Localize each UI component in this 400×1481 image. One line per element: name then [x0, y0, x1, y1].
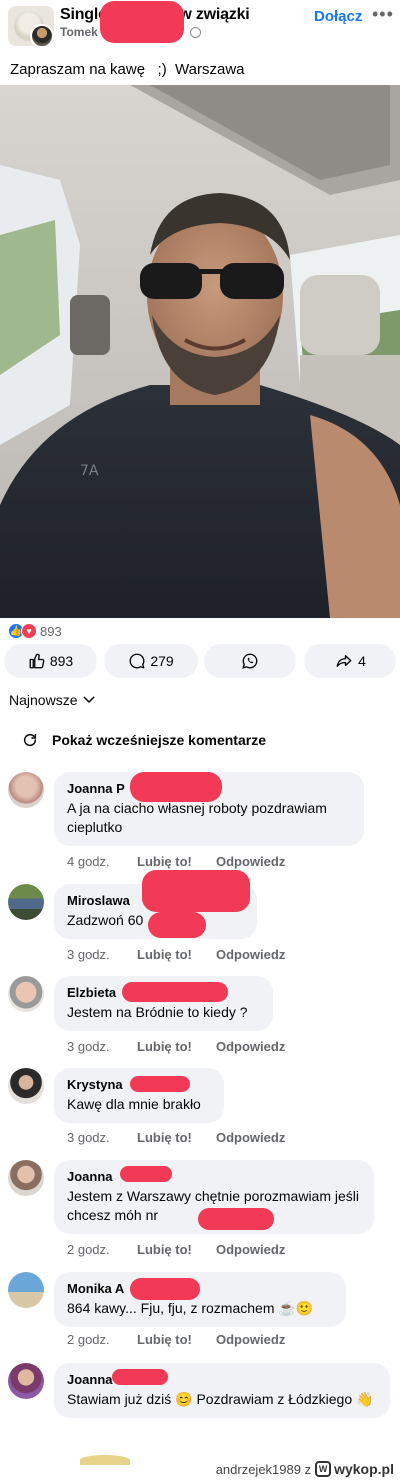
- redaction: [198, 1208, 274, 1230]
- comment-time: 3 godz.: [67, 947, 110, 962]
- join-button[interactable]: Dołącz: [314, 8, 362, 25]
- reactions-summary[interactable]: 👍 ♥ 893: [8, 622, 62, 640]
- more-options-button[interactable]: •••: [372, 4, 394, 25]
- comment-time: 3 godz.: [67, 1039, 110, 1054]
- previous-comments-label: Pokaż wcześniejsze komentarze: [52, 732, 266, 748]
- comment-meta: 3 godz. Lubię to! Odpowiedz: [67, 947, 285, 962]
- refresh-icon: [23, 733, 37, 747]
- redaction: [112, 1369, 168, 1385]
- redaction: [130, 772, 222, 802]
- comment-time: 2 godz.: [67, 1332, 110, 1347]
- comment-reply-button[interactable]: Odpowiedz: [216, 1130, 285, 1145]
- post-text: Zapraszam na kawę ;) Warszawa: [10, 61, 245, 78]
- comment-meta: 2 godz. Lubię to! Odpowiedz: [67, 1242, 285, 1257]
- svg-text:7A: 7A: [80, 463, 99, 479]
- comment-author[interactable]: Monika A: [67, 1280, 334, 1297]
- watermark: andrzejek1989 z Wwykop.pl: [216, 1461, 394, 1477]
- comment-text: A ja na ciacho własnej roboty pozdrawiam…: [67, 800, 327, 835]
- redaction: [148, 912, 206, 938]
- show-previous-comments[interactable]: Pokaż wcześniejsze komentarze: [22, 732, 266, 748]
- avatar[interactable]: [8, 772, 44, 808]
- comment-bubble-icon: [129, 653, 145, 669]
- comment-like-button[interactable]: Lubię to!: [137, 1242, 216, 1257]
- comment-meta: 3 godz. Lubię to! Odpowiedz: [67, 1130, 285, 1145]
- love-reaction-icon: ♥: [21, 623, 37, 639]
- avatar[interactable]: [8, 884, 44, 920]
- share-arrow-icon: [336, 655, 352, 667]
- comment-reply-button[interactable]: Odpowiedz: [216, 1332, 285, 1347]
- comment-reply-button[interactable]: Odpowiedz: [216, 854, 285, 869]
- comment-count: 279: [150, 653, 174, 669]
- share-count: 4: [358, 653, 366, 669]
- comment-sort-dropdown[interactable]: Najnowsze: [9, 692, 96, 708]
- next-comment-avatar: [80, 1455, 130, 1465]
- watermark-credit: andrzejek1989 z: [215, 1461, 312, 1477]
- reaction-count: 893: [40, 623, 62, 639]
- avatar[interactable]: [8, 1068, 44, 1104]
- comment-like-button[interactable]: Lubię to!: [137, 854, 216, 869]
- comment-like-button[interactable]: Lubię to!: [137, 1130, 216, 1145]
- redaction: [100, 1, 184, 43]
- comment-time: 2 godz.: [67, 1242, 110, 1257]
- chevron-down-icon: [83, 696, 96, 704]
- post-photo[interactable]: 7A: [0, 85, 400, 618]
- redaction: [142, 870, 250, 912]
- comment-meta: 2 godz. Lubię to! Odpowiedz: [67, 1332, 285, 1347]
- redaction: [130, 1278, 200, 1300]
- comment-time: 4 godz.: [67, 854, 110, 869]
- comment-author[interactable]: Joanna: [67, 1168, 362, 1185]
- comment-text: Stawiam już dziś 😊 Pozdrawiam z Łódzkieg…: [67, 1391, 374, 1407]
- like-button[interactable]: 893: [4, 644, 97, 678]
- author-avatar[interactable]: [30, 24, 54, 48]
- share-button[interactable]: 4: [304, 644, 396, 678]
- comment-meta: 4 godz. Lubię to! Odpowiedz: [67, 854, 285, 869]
- comment-text: Jestem na Bródnie to kiedy ?: [67, 1004, 248, 1020]
- thumbs-up-icon: [29, 653, 45, 669]
- comment-reply-button[interactable]: Odpowiedz: [216, 1242, 285, 1257]
- globe-icon: [190, 27, 201, 38]
- wykop-logo: Wwykop.pl: [315, 1461, 394, 1477]
- wykop-icon: W: [315, 1461, 332, 1477]
- avatar[interactable]: [8, 976, 44, 1012]
- post-header: Single łączy się w związki Tomek Dołącz …: [0, 0, 400, 54]
- post-actions: 893 279 4: [4, 644, 396, 678]
- comment-bubble: Joanna Stawiam już dziś 😊 Pozdrawiam z Ł…: [54, 1363, 390, 1418]
- comment-text: 864 kawy... Fju, fju, z rozmachem ☕🙂: [67, 1300, 314, 1316]
- author-name[interactable]: Tomek: [60, 25, 98, 39]
- whatsapp-share-button[interactable]: [204, 644, 296, 678]
- comment-meta: 3 godz. Lubię to! Odpowiedz: [67, 1039, 285, 1054]
- comment-like-button[interactable]: Lubię to!: [137, 1039, 216, 1054]
- whatsapp-icon: [242, 653, 258, 669]
- comment-reply-button[interactable]: Odpowiedz: [216, 947, 285, 962]
- comment-reply-button[interactable]: Odpowiedz: [216, 1039, 285, 1054]
- comment-bubble: Monika A 864 kawy... Fju, fju, z rozmach…: [54, 1272, 346, 1327]
- like-count: 893: [49, 653, 74, 669]
- comment-like-button[interactable]: Lubię to!: [137, 947, 216, 962]
- comment-text: Kawę dla mnie brakło: [67, 1096, 201, 1112]
- sort-label: Najnowsze: [9, 692, 78, 708]
- comment-like-button[interactable]: Lubię to!: [137, 1332, 216, 1347]
- redaction: [120, 1166, 172, 1182]
- redaction: [122, 982, 228, 1002]
- comment-button[interactable]: 279: [104, 644, 198, 678]
- avatar[interactable]: [8, 1272, 44, 1308]
- redaction: [130, 1076, 190, 1092]
- car-selfie-image: 7A: [0, 85, 400, 618]
- avatar[interactable]: [8, 1363, 44, 1399]
- comment-time: 3 godz.: [67, 1130, 110, 1145]
- wykop-site: wykop.pl: [334, 1461, 394, 1477]
- avatar[interactable]: [8, 1160, 44, 1196]
